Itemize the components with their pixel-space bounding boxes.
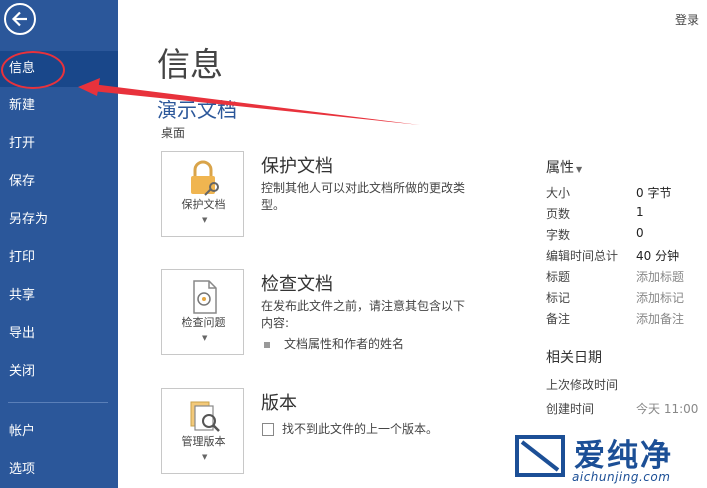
- watermark-text: 爱纯净: [574, 438, 673, 474]
- inspect-description: 在发布此文件之前，请注意其包含以下内容:: [261, 299, 466, 330]
- nav-print[interactable]: 打印: [0, 240, 118, 276]
- related-dates-heading: 相关日期: [546, 350, 602, 366]
- chevron-down-icon: ▼: [202, 334, 208, 342]
- date-label: 上次修改时间: [546, 378, 619, 392]
- document-location: 桌面: [161, 126, 186, 140]
- inspect-document-icon: [193, 280, 217, 314]
- property-label: 标记: [546, 291, 571, 305]
- protect-description: 控制其他人可以对此文档所做的更改类型。: [261, 181, 466, 212]
- add-title-field[interactable]: 添加标题: [636, 268, 684, 285]
- back-arrow-icon: [11, 11, 27, 27]
- chevron-down-icon: ▼: [576, 165, 583, 174]
- property-value: 40 分钟: [636, 249, 680, 263]
- nav-account[interactable]: 帐户: [0, 414, 118, 450]
- nav-open[interactable]: 打开: [0, 126, 118, 162]
- watermark-logo-icon: [515, 435, 565, 477]
- nav-new[interactable]: 新建: [0, 88, 118, 124]
- property-label: 大小: [546, 186, 571, 200]
- date-value: 今天 11:00: [636, 402, 699, 416]
- date-label: 创建时间: [546, 402, 595, 416]
- property-value: 0 字节: [636, 186, 672, 200]
- property-value: 0: [636, 226, 644, 240]
- property-label: 字数: [546, 228, 571, 242]
- watermark-url: aichunjing.com: [572, 470, 671, 484]
- document-title: 演示文档: [157, 98, 237, 122]
- versions-heading: 版本: [261, 393, 297, 414]
- nav-save[interactable]: 保存: [0, 164, 118, 200]
- protect-document-button[interactable]: 保护文档 ▼: [161, 151, 244, 237]
- property-label: 备注: [546, 312, 571, 326]
- nav-options[interactable]: 选项: [0, 452, 118, 488]
- add-tag-field[interactable]: 添加标记: [636, 289, 684, 306]
- back-button[interactable]: [4, 3, 36, 35]
- nav-share[interactable]: 共享: [0, 278, 118, 314]
- nav-divider: [8, 402, 108, 403]
- nav-export[interactable]: 导出: [0, 316, 118, 352]
- page-title: 信息: [157, 45, 223, 84]
- check-issues-button[interactable]: 检查问题 ▼: [161, 269, 244, 355]
- property-value: 1: [636, 205, 644, 219]
- check-issues-label: 检查问题: [181, 316, 226, 329]
- bullet-icon: [264, 341, 270, 348]
- property-label: 标题: [546, 270, 571, 284]
- annotation-circle: [1, 51, 65, 89]
- versions-message: 找不到此文件的上一个版本。: [262, 420, 438, 437]
- watermark: 爱纯净 aichunjing.com: [510, 430, 707, 488]
- chevron-down-icon: ▼: [202, 453, 208, 461]
- manage-versions-button[interactable]: 管理版本 ▼: [161, 388, 244, 474]
- version-history-icon: [190, 401, 220, 432]
- inspect-bullet: 文档属性和作者的姓名: [264, 335, 404, 352]
- property-label: 页数: [546, 207, 571, 221]
- properties-heading[interactable]: 属性 ▼: [546, 157, 582, 177]
- lock-key-icon: [191, 160, 219, 196]
- properties-heading-label: 属性: [546, 160, 574, 176]
- inspect-heading: 检查文档: [261, 274, 333, 295]
- inspect-bullet-text: 文档属性和作者的姓名: [284, 337, 405, 351]
- add-comment-field[interactable]: 添加备注: [636, 310, 684, 327]
- protect-document-label: 保护文档: [181, 198, 226, 211]
- nav-close[interactable]: 关闭: [0, 354, 118, 390]
- versions-message-text: 找不到此文件的上一个版本。: [282, 422, 439, 436]
- chevron-down-icon: ▼: [202, 216, 208, 224]
- protect-heading: 保护文档: [261, 156, 333, 177]
- property-label: 编辑时间总计: [546, 249, 619, 263]
- login-link[interactable]: 登录: [675, 11, 699, 28]
- nav-save-as[interactable]: 另存为: [0, 202, 118, 238]
- document-icon: [262, 423, 274, 436]
- manage-versions-label: 管理版本: [181, 435, 226, 448]
